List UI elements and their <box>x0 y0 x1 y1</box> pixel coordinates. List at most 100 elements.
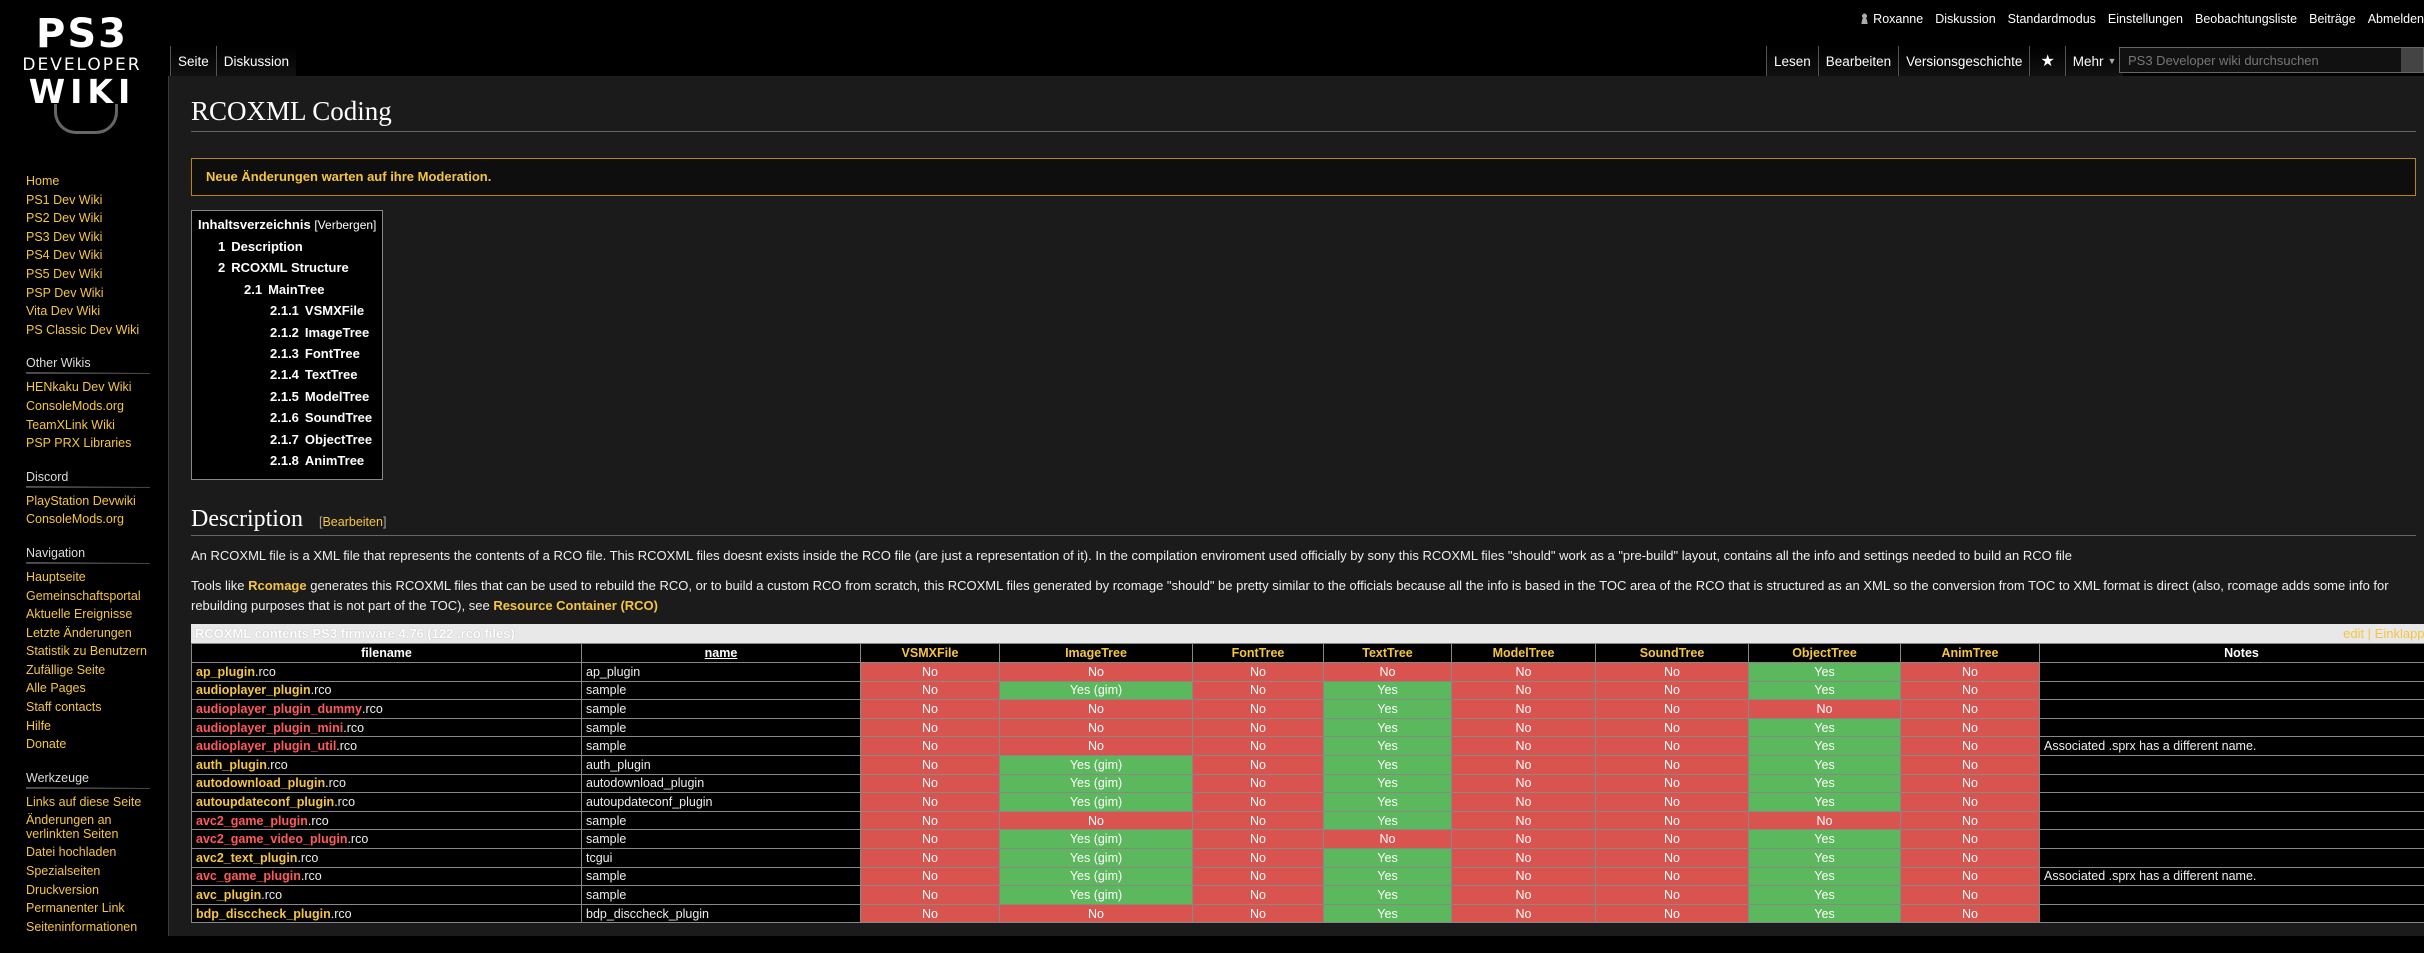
personal-link-talk[interactable]: Diskussion <box>1935 12 1995 26</box>
personal-link-preferences[interactable]: Einstellungen <box>2108 12 2183 26</box>
column-header[interactable]: name <box>582 644 861 663</box>
toc-toggle[interactable]: [Verbergen] <box>314 218 376 232</box>
section-edit-link[interactable]: Bearbeiten <box>322 515 382 529</box>
user-link[interactable]: Roxanne <box>1860 12 1923 26</box>
rcomage-link[interactable]: Rcomage <box>248 578 307 593</box>
column-header[interactable]: ObjectTree <box>1749 644 1901 663</box>
table-row: auth_plugin.rcoauth_pluginNoYes (gim)NoY… <box>192 756 2424 775</box>
plugin-link[interactable]: audioplayer_plugin <box>196 683 311 697</box>
sidebar-item-pageinfo[interactable]: Seiteninformationen <box>26 918 166 937</box>
column-header[interactable]: ImageTree <box>1000 644 1193 663</box>
sidebar-item-ps2[interactable]: PS2 Dev Wiki <box>26 209 166 228</box>
sidebar-item-specialpages[interactable]: Spezialseiten <box>26 862 166 881</box>
plugin-link[interactable]: avc_plugin <box>196 888 261 902</box>
column-header[interactable]: Notes <box>2040 644 2424 663</box>
sidebar-item-permalink[interactable]: Permanenter Link <box>26 899 166 918</box>
plugin-link[interactable]: avc2_text_plugin <box>196 851 297 865</box>
sidebar-item-consolemods[interactable]: ConsoleMods.org <box>26 397 166 416</box>
status-cell: No <box>861 681 1000 700</box>
sidebar-item-discord-consolemods[interactable]: ConsoleMods.org <box>26 510 166 529</box>
personal-link-contributions[interactable]: Beiträge <box>2309 12 2356 26</box>
sidebar-item-recentchanges[interactable]: Letzte Änderungen <box>26 624 166 643</box>
tab-discussion[interactable]: Diskussion <box>216 46 296 76</box>
plugin-link[interactable]: avc2_game_plugin <box>196 814 308 828</box>
toc-item[interactable]: 1Description <box>198 236 376 257</box>
toc-item[interactable]: 2RCOXML Structure <box>198 257 376 278</box>
watch-star-icon[interactable]: ★ <box>2029 46 2064 76</box>
plugin-link[interactable]: ap_plugin <box>196 665 255 679</box>
sidebar-item-home[interactable]: Home <box>26 172 166 191</box>
sidebar-item-teamxlink[interactable]: TeamXLink Wiki <box>26 416 166 435</box>
sidebar-item-psp[interactable]: PSP Dev Wiki <box>26 284 166 303</box>
tab-edit[interactable]: Bearbeiten <box>1818 46 1898 76</box>
sidebar-item-ps4[interactable]: PS4 Dev Wiki <box>26 246 166 265</box>
file-extension: .rco <box>362 702 383 716</box>
toc-item[interactable]: 2.1.3FontTree <box>198 343 376 364</box>
status-cell: Yes <box>1749 718 1901 737</box>
sidebar-item-psp-prx[interactable]: PSP PRX Libraries <box>26 434 166 453</box>
sidebar-item-upload[interactable]: Datei hochladen <box>26 843 166 862</box>
tab-page[interactable]: Seite <box>170 46 216 76</box>
table-caption-links[interactable]: edit | Einklappen <box>2343 626 2424 641</box>
plugin-link[interactable]: audioplayer_plugin_dummy <box>196 702 362 716</box>
column-header[interactable]: SoundTree <box>1596 644 1749 663</box>
plugin-link[interactable]: auth_plugin <box>196 758 267 772</box>
column-header[interactable]: FontTree <box>1193 644 1324 663</box>
status-cell: Yes <box>1324 774 1452 793</box>
status-cell: No <box>1452 718 1596 737</box>
sidebar-item-relatedchanges[interactable]: Änderungen an verlinkten Seiten <box>26 811 166 843</box>
sidebar-item-psclassic[interactable]: PS Classic Dev Wiki <box>26 321 166 340</box>
toc-item[interactable]: 2.1.6SoundTree <box>198 407 376 428</box>
toc-item[interactable]: 2.1MainTree <box>198 279 376 300</box>
site-logo[interactable]: PS3 DEVELOPER WIKI <box>14 12 150 140</box>
sidebar-item-events[interactable]: Aktuelle Ereignisse <box>26 605 166 624</box>
toc-item[interactable]: 2.1.8AnimTree <box>198 450 376 471</box>
sidebar-item-print[interactable]: Druckversion <box>26 881 166 900</box>
sidebar-item-donate[interactable]: Donate <box>26 735 166 754</box>
sidebar-item-ps3[interactable]: PS3 Dev Wiki <box>26 228 166 247</box>
column-header[interactable]: filename <box>192 644 582 663</box>
sidebar-item-userstats[interactable]: Statistik zu Benutzern <box>26 642 166 661</box>
status-cell: Yes <box>1324 700 1452 719</box>
tab-read[interactable]: Lesen <box>1766 46 1818 76</box>
personal-link-skin[interactable]: Standardmodus <box>2008 12 2096 26</box>
sidebar-item-henkaku[interactable]: HENkaku Dev Wiki <box>26 378 166 397</box>
status-cell: Yes (gim) <box>1000 793 1193 812</box>
tab-more[interactable]: Mehr▼ <box>2065 46 2124 76</box>
toc-item[interactable]: 2.1.7ObjectTree <box>198 429 376 450</box>
toc-item[interactable]: 2.1.4TextTree <box>198 364 376 385</box>
sidebar-item-portal[interactable]: Gemeinschaftsportal <box>26 587 166 606</box>
plugin-link[interactable]: avc_game_plugin <box>196 869 301 883</box>
column-header[interactable]: VSMXFile <box>861 644 1000 663</box>
plugin-link[interactable]: avc2_game_video_plugin <box>196 832 347 846</box>
personal-link-logout[interactable]: Abmelden <box>2368 12 2424 26</box>
sidebar-item-vita[interactable]: Vita Dev Wiki <box>26 302 166 321</box>
sidebar-item-help[interactable]: Hilfe <box>26 717 166 736</box>
plugin-link[interactable]: autoupdateconf_plugin <box>196 795 334 809</box>
toc-item[interactable]: 2.1.5ModelTree <box>198 386 376 407</box>
search-button[interactable] <box>2401 48 2423 72</box>
sidebar-item-ps5[interactable]: PS5 Dev Wiki <box>26 265 166 284</box>
sidebar-item-discord-devwiki[interactable]: PlayStation Devwiki <box>26 492 166 511</box>
tab-history[interactable]: Versionsgeschichte <box>1898 46 2029 76</box>
toc-item[interactable]: 2.1.1VSMXFile <box>198 300 376 321</box>
plugin-link[interactable]: autodownload_plugin <box>196 776 325 790</box>
personal-link-watchlist[interactable]: Beobachtungsliste <box>2195 12 2297 26</box>
plugin-link[interactable]: audioplayer_plugin_util <box>196 739 336 753</box>
toc-item[interactable]: 2.1.2ImageTree <box>198 322 376 343</box>
sidebar-item-ps1[interactable]: PS1 Dev Wiki <box>26 191 166 210</box>
toc-label: VSMXFile <box>305 303 364 318</box>
column-header[interactable]: AnimTree <box>1901 644 2040 663</box>
sidebar-item-staff[interactable]: Staff contacts <box>26 698 166 717</box>
search-input[interactable] <box>2120 48 2401 72</box>
sidebar-item-allpages[interactable]: Alle Pages <box>26 679 166 698</box>
rco-link[interactable]: Resource Container (RCO) <box>493 598 658 613</box>
sidebar-item-whatlinkshere[interactable]: Links auf diese Seite <box>26 793 166 812</box>
sidebar-item-mainpage[interactable]: Hauptseite <box>26 568 166 587</box>
column-header[interactable]: TextTree <box>1324 644 1452 663</box>
plugin-link[interactable]: bdp_disccheck_plugin <box>196 907 331 921</box>
column-header[interactable]: ModelTree <box>1452 644 1596 663</box>
plugin-link[interactable]: audioplayer_plugin_mini <box>196 721 343 735</box>
notes-cell <box>2040 774 2424 793</box>
sidebar-item-random[interactable]: Zufällige Seite <box>26 661 166 680</box>
